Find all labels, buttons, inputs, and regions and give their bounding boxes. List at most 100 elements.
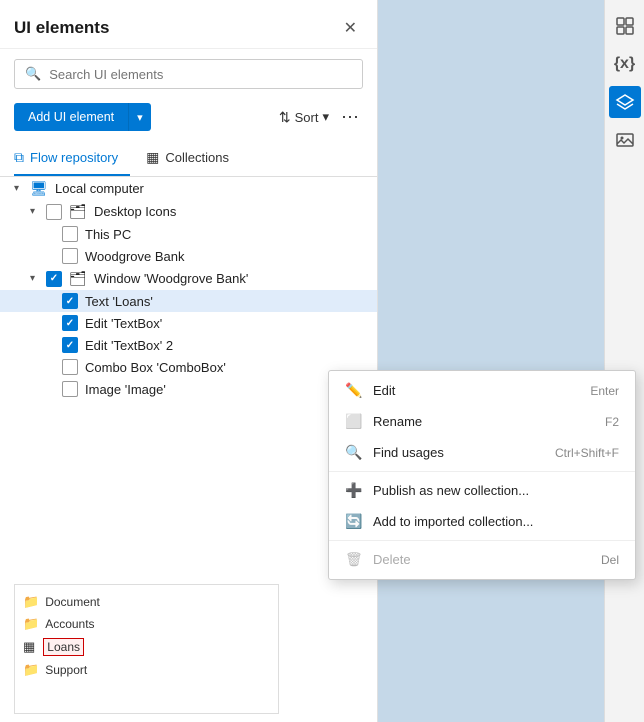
- sidebar-layers-button[interactable]: [609, 86, 641, 118]
- panel-title: UI elements: [14, 18, 109, 38]
- node-label: Desktop Icons: [94, 204, 176, 219]
- delete-icon: 🗑: [345, 551, 363, 568]
- node-checkbox[interactable]: [46, 204, 62, 220]
- folder-icon: 📁: [23, 594, 39, 610]
- node-label: Combo Box 'ComboBox': [85, 360, 226, 375]
- folder-icon: 📁: [23, 616, 39, 632]
- variables-icon: {x}: [614, 55, 635, 73]
- sidebar-variables-button[interactable]: {x}: [609, 48, 641, 80]
- chevron-icon: ▾: [30, 206, 46, 217]
- context-item-delete[interactable]: 🗑 Delete Del: [329, 544, 635, 575]
- flow-repo-icon: ⧉: [14, 149, 24, 166]
- preview-content: 📁 Document 📁 Accounts ▦ Loans 📁 Support: [15, 585, 278, 687]
- context-label-add-imported: Add to imported collection...: [373, 514, 533, 529]
- node-label: Text 'Loans': [85, 294, 153, 309]
- search-icon: 🔍: [25, 66, 41, 82]
- folder-icon: 🗂: [69, 203, 89, 220]
- tab-flow-repository[interactable]: ⧉ Flow repository: [14, 141, 130, 176]
- rename-icon: ⬜: [345, 413, 363, 430]
- tab-collections[interactable]: ▦ Collections: [146, 141, 241, 176]
- tree-node-text-loans[interactable]: ▾ Text 'Loans': [0, 290, 377, 312]
- tree-node-edit-textbox[interactable]: ▾ Edit 'TextBox': [0, 312, 377, 334]
- folder-icon: 🗂: [69, 270, 89, 287]
- add-ui-element-caret[interactable]: ▾: [128, 103, 151, 131]
- close-button[interactable]: ✕: [338, 16, 363, 40]
- node-label: This PC: [85, 227, 131, 242]
- node-label: Edit 'TextBox' 2: [85, 338, 173, 353]
- node-checkbox[interactable]: [62, 226, 78, 242]
- context-label-rename: Rename: [373, 414, 422, 429]
- images-icon: [615, 130, 635, 150]
- node-checkbox-checked[interactable]: [62, 293, 78, 309]
- tab-flow-repo-label: Flow repository: [30, 150, 118, 165]
- tree-node-this-pc[interactable]: ▾ This PC: [0, 223, 377, 245]
- search-bar: 🔍: [14, 59, 363, 89]
- add-collection-icon: 🔄: [345, 513, 363, 530]
- computer-icon: 🖥: [30, 180, 50, 197]
- preview-row-support: 📁 Support: [23, 659, 270, 681]
- add-ui-element-button[interactable]: Add UI element: [14, 103, 128, 131]
- chevron-icon: ▾: [30, 273, 46, 284]
- layers-icon: [615, 92, 635, 112]
- node-label: Local computer: [55, 181, 144, 196]
- preview-row-accounts: 📁 Accounts: [23, 613, 270, 635]
- context-item-publish[interactable]: ➕ Publish as new collection...: [329, 475, 635, 506]
- node-checkbox[interactable]: [62, 381, 78, 397]
- right-sidebar: {x}: [604, 0, 644, 722]
- edit-icon: ✏️: [345, 382, 363, 399]
- context-item-find-usages[interactable]: 🔍 Find usages Ctrl+Shift+F: [329, 437, 635, 468]
- context-item-edit[interactable]: ✏️ Edit Enter: [329, 375, 635, 406]
- sort-label: Sort: [295, 110, 319, 125]
- node-checkbox-checked[interactable]: [62, 315, 78, 331]
- tabs-bar: ⧉ Flow repository ▦ Collections: [0, 141, 377, 177]
- preview-label: Accounts: [45, 617, 94, 631]
- node-checkbox[interactable]: [62, 248, 78, 264]
- node-label: Edit 'TextBox': [85, 316, 162, 331]
- context-divider-1: [329, 471, 635, 472]
- more-options-button[interactable]: ⋯: [337, 107, 363, 128]
- ui-elements-panel: UI elements ✕ 🔍 Add UI element ▾ ⇅ Sort …: [0, 0, 378, 722]
- tree-node-image[interactable]: ▾ Image 'Image': [0, 378, 377, 400]
- preview-label: Document: [45, 595, 100, 609]
- tree-node-window-woodgrove[interactable]: ▾ 🗂 Window 'Woodgrove Bank': [0, 267, 377, 290]
- tree-node-local-computer[interactable]: ▾ 🖥 Local computer: [0, 177, 377, 200]
- sidebar-images-button[interactable]: [609, 124, 641, 156]
- context-label-find: Find usages: [373, 445, 444, 460]
- context-divider-2: [329, 540, 635, 541]
- tree-node-edit-textbox-2[interactable]: ▾ Edit 'TextBox' 2: [0, 334, 377, 356]
- sidebar-ui-elements-button[interactable]: [609, 10, 641, 42]
- node-checkbox[interactable]: [62, 359, 78, 375]
- tree-node-desktop-icons[interactable]: ▾ 🗂 Desktop Icons: [0, 200, 377, 223]
- context-item-add-imported[interactable]: 🔄 Add to imported collection...: [329, 506, 635, 537]
- add-ui-element-group: Add UI element ▾: [14, 103, 151, 131]
- node-checkbox-checked[interactable]: [46, 271, 62, 287]
- context-label-edit: Edit: [373, 383, 395, 398]
- table-icon: ▦: [23, 639, 35, 655]
- preview-label: Support: [45, 663, 87, 677]
- context-shortcut-edit: Enter: [590, 384, 619, 398]
- preview-row-document: 📁 Document: [23, 591, 270, 613]
- context-label-delete: Delete: [373, 552, 411, 567]
- context-label-publish: Publish as new collection...: [373, 483, 529, 498]
- preview-highlight-loans: Loans: [43, 638, 84, 656]
- folder-icon: 📁: [23, 662, 39, 678]
- tree-node-woodgrove-bank[interactable]: ▾ Woodgrove Bank: [0, 245, 377, 267]
- panel-header: UI elements ✕: [0, 0, 377, 49]
- context-shortcut-find: Ctrl+Shift+F: [555, 446, 619, 460]
- context-shortcut-delete: Del: [601, 553, 619, 567]
- node-checkbox-checked[interactable]: [62, 337, 78, 353]
- tab-collections-label: Collections: [165, 150, 229, 165]
- sort-button[interactable]: ⇅ Sort ▾: [279, 109, 329, 126]
- sort-caret-icon: ▾: [322, 109, 329, 125]
- context-item-rename[interactable]: ⬜ Rename F2: [329, 406, 635, 437]
- chevron-icon: ▾: [14, 183, 30, 194]
- collections-icon: ▦: [146, 149, 159, 166]
- publish-icon: ➕: [345, 482, 363, 499]
- context-shortcut-rename: F2: [605, 415, 619, 429]
- search-input[interactable]: [49, 67, 352, 82]
- node-label: Window 'Woodgrove Bank': [94, 271, 248, 286]
- context-menu: ✏️ Edit Enter ⬜ Rename F2 🔍 Find usages …: [328, 370, 636, 580]
- preview-row-loans: ▦ Loans: [23, 635, 270, 659]
- tree-node-combo-box[interactable]: ▾ Combo Box 'ComboBox': [0, 356, 377, 378]
- ui-elements-icon: [615, 16, 635, 36]
